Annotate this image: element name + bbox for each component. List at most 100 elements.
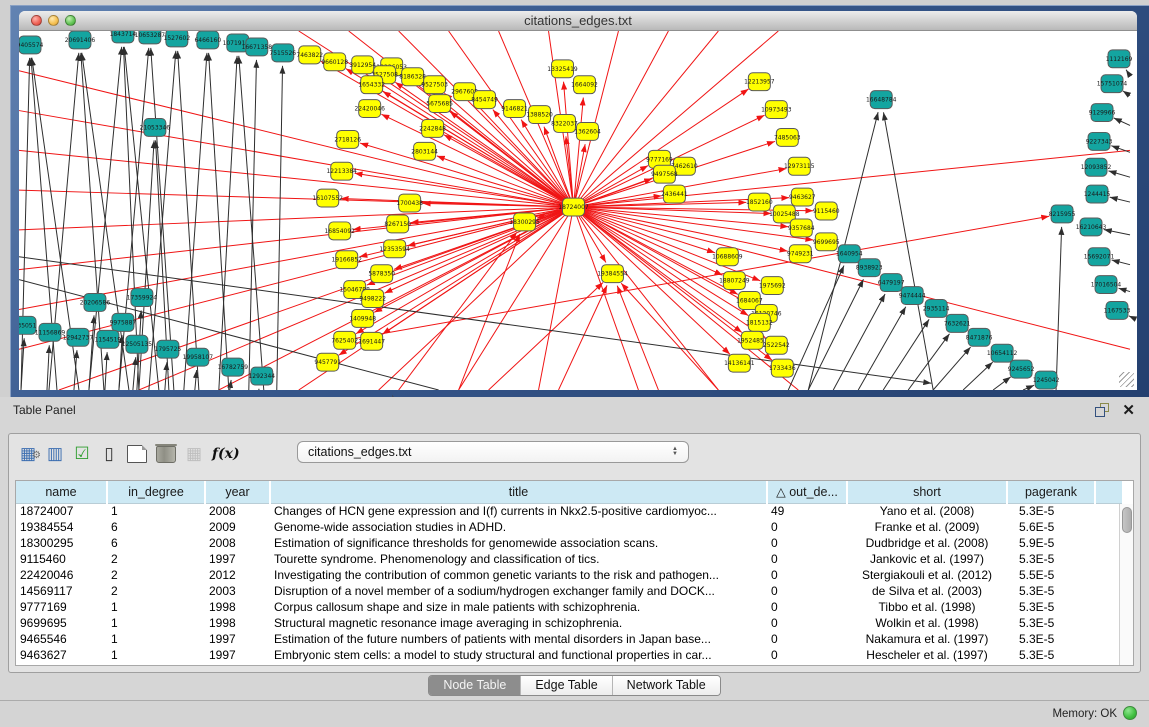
graph-node[interactable]: 1245042 (1033, 371, 1060, 389)
tab-edge-table[interactable]: Edge Table (520, 676, 611, 695)
graph-node[interactable]: 13325419 (547, 60, 578, 78)
graph-node[interactable]: 1852160 (746, 193, 773, 211)
graph-node[interactable]: 20691406 (65, 31, 96, 49)
graph-node[interactable]: 10688609 (712, 248, 743, 266)
scrollbar-thumb[interactable] (1122, 507, 1132, 533)
graph-node[interactable]: 11156869 (35, 323, 66, 341)
network-window-titlebar[interactable]: citations_edges.txt (19, 11, 1137, 31)
graph-node[interactable]: 1975692 (759, 277, 786, 295)
column-header-in_degree[interactable]: in_degree (107, 481, 205, 503)
graph-node[interactable]: 8454749 (471, 91, 498, 109)
graph-node[interactable]: 8938923 (856, 259, 883, 277)
graph-node[interactable]: 8471876 (966, 328, 993, 346)
graph-node[interactable]: 15692071 (1084, 248, 1115, 266)
graph-node[interactable]: 12942737 (63, 328, 94, 346)
graph-node[interactable]: 2718126 (334, 130, 361, 148)
graph-node[interactable]: 17016504 (1091, 276, 1122, 294)
graph-node[interactable]: 9527503 (421, 76, 448, 94)
graph-node[interactable]: 9115460 (813, 202, 840, 220)
graph-node[interactable]: 1409948 (349, 309, 376, 327)
graph-node[interactable]: 9975887 (110, 313, 137, 331)
graph-node[interactable]: 9463627 (789, 188, 816, 206)
close-panel-icon[interactable]: ✕ (1122, 401, 1135, 419)
graph-node[interactable]: 9660128 (321, 53, 348, 71)
graph-node[interactable]: 19166852 (331, 251, 362, 269)
graph-node[interactable]: 9498222 (359, 290, 386, 308)
graph-node[interactable]: 9357684 (788, 219, 815, 237)
graph-node[interactable]: 15751074 (1097, 75, 1128, 93)
graph-node[interactable]: 18724007 (558, 198, 589, 216)
table-row[interactable]: 1830029562008Estimation of significance … (16, 535, 1123, 551)
graph-node[interactable]: 17359924 (127, 289, 158, 307)
graph-node[interactable]: 18300295 (509, 213, 540, 231)
graph-node[interactable]: 10653287 (135, 31, 166, 44)
graph-node[interactable]: 9749231 (787, 245, 814, 263)
graph-node[interactable]: 6479197 (878, 274, 905, 292)
graph-node[interactable]: 12093852 (1081, 158, 1112, 176)
graph-node[interactable]: 1815132 (746, 313, 773, 331)
graph-node[interactable]: 2935114 (923, 300, 950, 318)
graph-node[interactable]: 12213957 (744, 73, 775, 91)
graph-node[interactable]: 1292344 (248, 367, 275, 385)
graph-node[interactable]: 1843714 (110, 31, 137, 43)
select-all-icon[interactable]: ☑ (73, 443, 91, 465)
table-row[interactable]: 2242004622012Investigating the contribut… (16, 567, 1123, 583)
graph-node[interactable]: 9245652 (1008, 360, 1035, 378)
graph-node[interactable]: 12213384 (326, 162, 357, 180)
graph-node[interactable]: 7515526 (269, 44, 296, 62)
graph-node[interactable]: 1244415 (1084, 185, 1111, 203)
function-builder-icon[interactable]: f(x) (212, 443, 240, 465)
graph-node[interactable]: 18807249 (719, 272, 750, 290)
column-header-title[interactable]: title (270, 481, 767, 503)
graph-node[interactable]: 5878350 (368, 265, 395, 283)
table-select-dropdown[interactable]: citations_edges.txt ▲▼ (297, 441, 689, 463)
graph-node[interactable]: 16854092 (324, 222, 355, 240)
resize-grip-icon[interactable] (1119, 372, 1134, 387)
float-window-icon[interactable] (1095, 403, 1109, 417)
graph-node[interactable]: 1640954 (836, 245, 863, 263)
table-row[interactable]: 969969511998Structural magnetic resonanc… (16, 615, 1123, 631)
graph-node[interactable]: 16782759 (218, 358, 249, 376)
graph-node[interactable]: 20206586 (80, 294, 111, 312)
graph-node[interactable]: 9227343 (1086, 132, 1113, 150)
column-header-year[interactable]: year (205, 481, 270, 503)
graph-node[interactable]: 2436441 (661, 185, 688, 203)
column-header-name[interactable]: name (16, 481, 107, 503)
table-mode-icon[interactable]: ▦⚙ (19, 443, 37, 465)
graph-node[interactable]: 8267150 (384, 215, 411, 233)
graph-node[interactable]: 2242848 (419, 120, 446, 138)
table-row[interactable]: 1456911722003Disruption of a novel membe… (16, 583, 1123, 599)
delete-table-icon[interactable] (156, 446, 176, 463)
citation-network-graph[interactable]: 1872400774638229660128391295412226053352… (19, 31, 1137, 390)
graph-node[interactable]: 9146821 (501, 100, 528, 118)
clear-selection-icon[interactable]: ▯ (100, 443, 118, 465)
tab-node-table[interactable]: Node Table (429, 676, 520, 695)
graph-node[interactable]: 1795725 (155, 340, 182, 358)
graph-node[interactable]: 5675685 (426, 95, 453, 113)
table-row[interactable]: 1938455462009Genome-wide association stu… (16, 519, 1123, 535)
graph-node[interactable]: 22420046 (354, 100, 385, 118)
table-row[interactable]: 1872400712008Changes of HCN gene express… (16, 503, 1123, 519)
graph-node[interactable]: 19384554 (597, 265, 628, 283)
graph-node[interactable]: 1691447 (358, 332, 385, 350)
graph-node[interactable]: 7485063 (774, 128, 801, 146)
graph-node[interactable]: 10654112 (987, 344, 1018, 362)
graph-node[interactable]: 2522542 (763, 336, 790, 354)
graph-node[interactable]: 9497568 (651, 165, 678, 183)
graph-node[interactable]: 1664092 (571, 76, 598, 94)
graph-node[interactable]: 14136141 (724, 354, 755, 372)
column-header-short[interactable]: short (847, 481, 1007, 503)
graph-node[interactable]: 16107552 (312, 189, 343, 207)
graph-node[interactable]: 16671358 (242, 38, 273, 56)
tab-network-table[interactable]: Network Table (612, 676, 720, 695)
table-row[interactable]: 977716911998Corpus callosum shape and si… (16, 599, 1123, 615)
graph-node[interactable]: 1527602 (164, 31, 191, 47)
show-columns-icon[interactable]: ▥ (46, 443, 64, 465)
table-row[interactable]: 911546021997Tourette syndrome. Phenomeno… (16, 551, 1123, 567)
graph-node[interactable]: 21053346 (140, 119, 171, 137)
graph-node[interactable]: 12505135 (122, 335, 153, 353)
import-table-icon[interactable]: ▦ (185, 443, 203, 465)
graph-node[interactable]: 16648784 (866, 91, 897, 109)
graph-node[interactable]: 1733436 (769, 359, 796, 377)
graph-node[interactable]: 1112169 (1106, 50, 1133, 68)
